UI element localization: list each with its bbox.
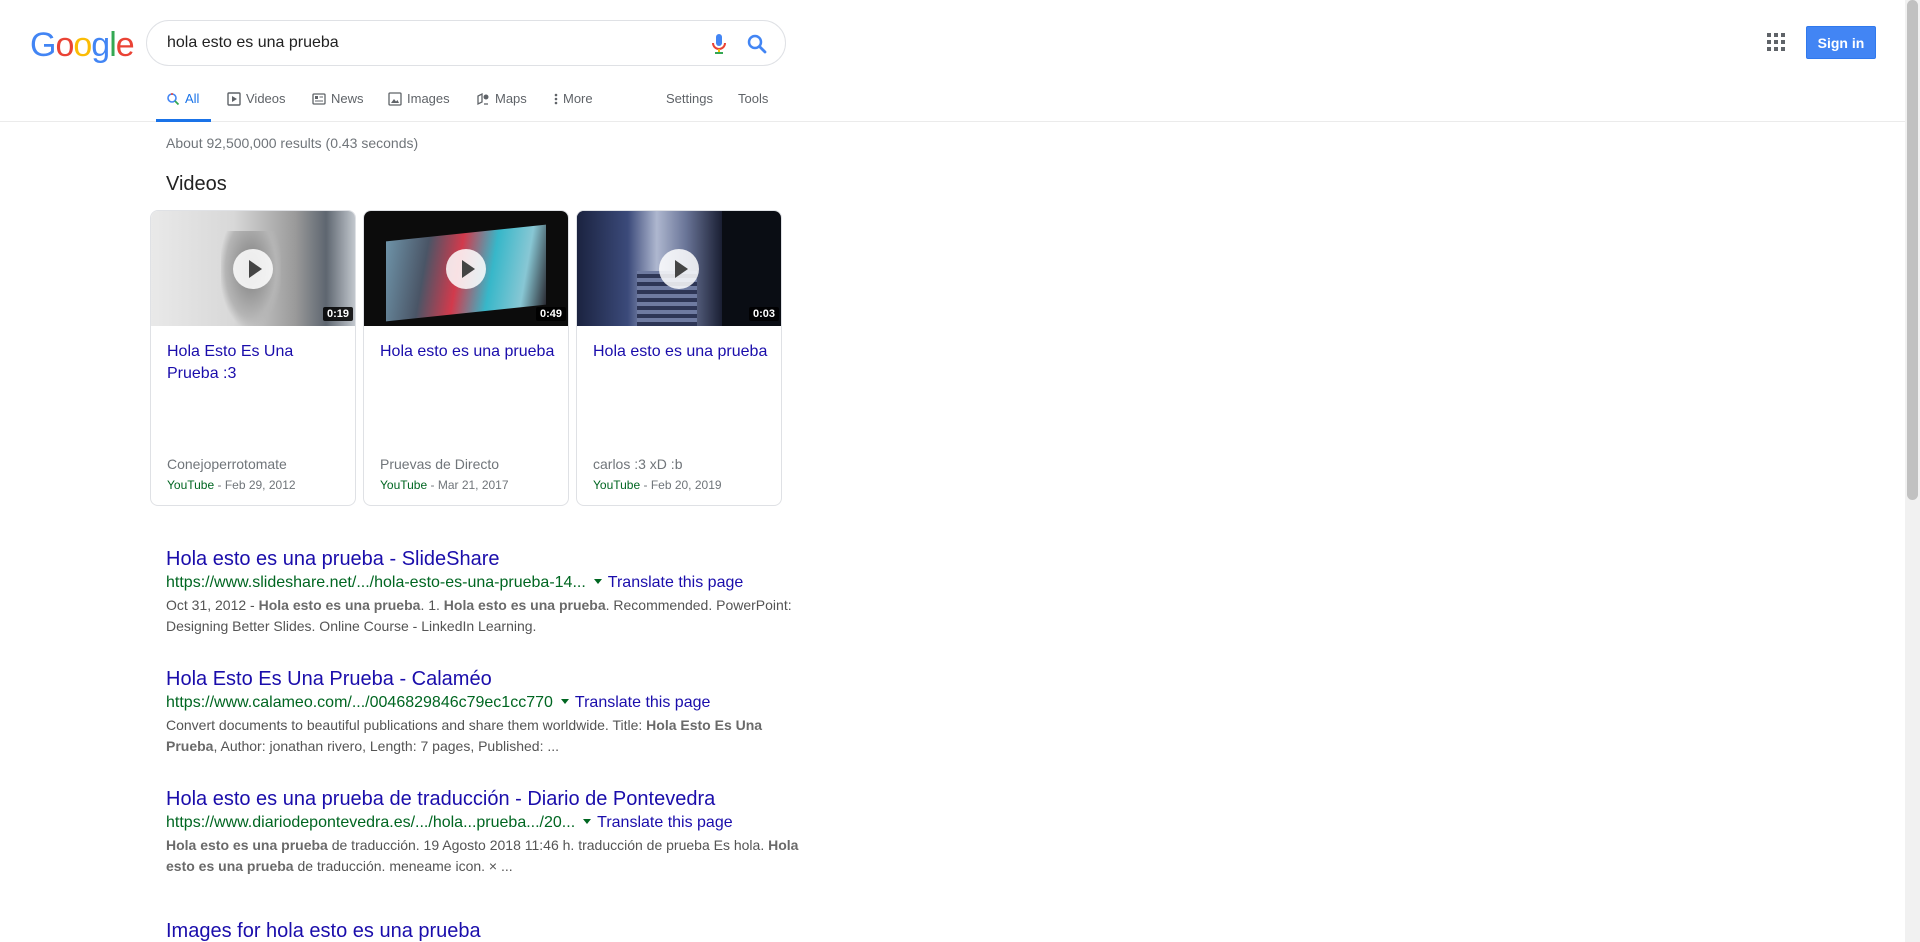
result-title-link[interactable]: Hola esto es una prueba - SlideShare: [166, 546, 806, 572]
logo-letter: e: [115, 26, 135, 64]
logo-letter: o: [73, 26, 92, 64]
snippet-highlight: Hola esto es una prueba: [258, 597, 421, 613]
video-source: YouTube: [167, 478, 215, 492]
video-thumbnail[interactable]: 0:03: [577, 211, 781, 326]
translate-link[interactable]: Translate this page: [575, 694, 710, 711]
video-channel: Pruevas de Directo: [380, 456, 500, 472]
search-result: Hola esto es una prueba - SlideShare htt…: [166, 546, 806, 637]
tab-label: Settings: [666, 91, 713, 106]
video-card[interactable]: 0:03 Hola esto es una prueba carlos :3 x…: [576, 210, 782, 506]
tab-label: Tools: [738, 91, 769, 106]
search-icon: [167, 93, 180, 106]
result-url: https://www.calameo.com/.../0046829846c7…: [166, 692, 806, 714]
video-meta: YouTube - Mar 21, 2017: [380, 478, 509, 492]
snippet-highlight: Hola esto es una prueba: [166, 837, 328, 853]
video-duration: 0:49: [535, 307, 566, 321]
result-stats: About 92,500,000 results (0.43 seconds): [166, 135, 419, 151]
tab-label: All: [185, 91, 200, 106]
video-channel: Conejoperrotomate: [167, 456, 287, 472]
result-url-text[interactable]: https://www.slideshare.net/.../hola-esto…: [166, 574, 586, 591]
header-bar: Google Sign in All Videos News: [0, 0, 1905, 122]
search-box: [146, 20, 786, 66]
snippet-text: , Author: jonathan rivero, Length: 7 pag…: [213, 738, 560, 754]
logo-letter: G: [30, 26, 56, 64]
tab-label: Images: [407, 91, 450, 106]
result-snippet: Convert documents to beautiful publicati…: [166, 715, 806, 757]
translate-link[interactable]: Translate this page: [597, 814, 732, 831]
video-channel: carlos :3 xD :b: [593, 456, 683, 472]
videos-heading: Videos: [166, 173, 227, 195]
tab-images[interactable]: Images: [388, 84, 450, 122]
dropdown-arrow-icon[interactable]: [583, 818, 592, 824]
images-heading-link[interactable]: Images for hola esto es una prueba: [166, 918, 806, 942]
video-card[interactable]: 0:49 Hola esto es una prueba Pruevas de …: [363, 210, 569, 506]
tab-more[interactable]: More: [553, 84, 593, 122]
snippet-highlight: Hola esto es una prueba: [443, 597, 606, 613]
video-source: YouTube: [593, 478, 641, 492]
snippet-text: de traducción. 19 Agosto 2018 11:46 h. t…: [327, 837, 769, 853]
video-duration: 0:03: [748, 307, 779, 321]
apps-grid-icon[interactable]: [1767, 33, 1785, 51]
result-snippet: Hola esto es una prueba de traducción. 1…: [166, 835, 806, 877]
dropdown-arrow-icon[interactable]: [593, 578, 602, 584]
scrollbar-thumb[interactable]: [1907, 0, 1918, 500]
image-icon: [388, 92, 402, 106]
more-vertical-icon: [554, 93, 558, 105]
video-date: - Feb 29, 2012: [214, 478, 296, 492]
tab-label: More: [563, 91, 593, 106]
translate-link[interactable]: Translate this page: [608, 574, 743, 591]
microphone-icon[interactable]: [707, 32, 731, 56]
tab-videos[interactable]: Videos: [227, 84, 286, 122]
logo-letter: o: [55, 26, 74, 64]
dropdown-arrow-icon[interactable]: [560, 698, 569, 704]
video-title[interactable]: Hola Esto Es Una Prueba :3: [167, 341, 343, 385]
tab-label: News: [331, 91, 364, 106]
snippet-text: . 1.: [420, 597, 444, 613]
result-url-text[interactable]: https://www.diariodepontevedra.es/.../ho…: [166, 814, 575, 831]
news-icon: [312, 93, 326, 105]
tab-all[interactable]: All: [156, 84, 212, 122]
search-result: Hola Esto Es Una Prueba - Calaméo https:…: [166, 666, 806, 757]
play-icon: [659, 249, 699, 289]
video-meta: YouTube - Feb 20, 2019: [593, 478, 722, 492]
snippet-text: Oct 31, 2012 -: [166, 597, 259, 613]
search-result: Hola esto es una prueba de traducción - …: [166, 786, 806, 877]
tab-maps[interactable]: Maps: [476, 84, 527, 122]
search-icon[interactable]: [745, 32, 769, 56]
sign-in-button[interactable]: Sign in: [1806, 26, 1876, 59]
snippet-text: de traducción. meneame icon. × ...: [293, 858, 513, 874]
tab-news[interactable]: News: [312, 84, 364, 122]
result-title-link[interactable]: Hola Esto Es Una Prueba - Calaméo: [166, 666, 806, 692]
search-input[interactable]: [167, 31, 687, 55]
video-thumbnail[interactable]: 0:19: [151, 211, 355, 326]
video-meta: YouTube - Feb 29, 2012: [167, 478, 296, 492]
google-logo[interactable]: Google: [30, 26, 135, 65]
images-section: Images for hola esto es una prueba: [166, 918, 806, 942]
map-icon: [477, 92, 489, 106]
result-url: https://www.diariodepontevedra.es/.../ho…: [166, 812, 806, 834]
tab-label: Videos: [246, 91, 286, 106]
result-title-link[interactable]: Hola esto es una prueba de traducción - …: [166, 786, 806, 812]
video-source: YouTube: [380, 478, 428, 492]
result-url: https://www.slideshare.net/.../hola-esto…: [166, 572, 806, 594]
scrollbar[interactable]: [1905, 0, 1920, 942]
video-card[interactable]: 0:19 Hola Esto Es Una Prueba :3 Conejope…: [150, 210, 356, 506]
play-icon: [233, 249, 273, 289]
video-title[interactable]: Hola esto es una prueba: [380, 341, 556, 363]
video-date: - Mar 21, 2017: [427, 478, 509, 492]
video-icon: [227, 92, 241, 106]
video-title[interactable]: Hola esto es una prueba: [593, 341, 769, 363]
video-date: - Feb 20, 2019: [640, 478, 722, 492]
tab-tools[interactable]: Tools: [738, 84, 768, 122]
play-icon: [446, 249, 486, 289]
snippet-text: Convert documents to beautiful publicati…: [166, 717, 647, 733]
video-thumbnail[interactable]: 0:49: [364, 211, 568, 326]
result-snippet: Oct 31, 2012 - Hola esto es una prueba. …: [166, 595, 806, 637]
tab-settings[interactable]: Settings: [666, 84, 713, 122]
tab-label: Maps: [495, 91, 527, 106]
logo-letter: g: [91, 26, 110, 64]
result-url-text[interactable]: https://www.calameo.com/.../0046829846c7…: [166, 694, 553, 711]
video-duration: 0:19: [322, 307, 353, 321]
